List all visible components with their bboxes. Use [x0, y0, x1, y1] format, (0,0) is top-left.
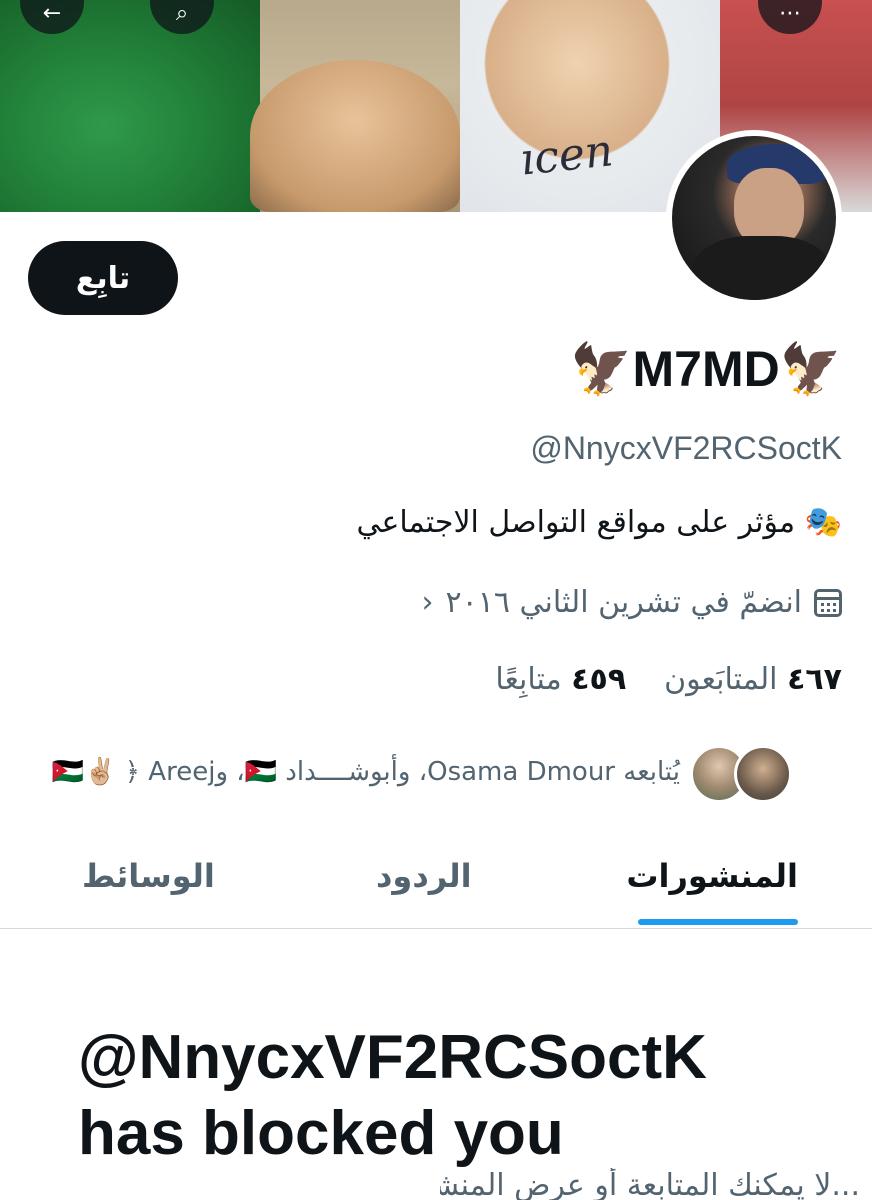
following-stat[interactable]: ٤٥٩ متابِعًا — [495, 662, 626, 697]
profile-bio: 🎭 مؤثر على مواقع التواصل الاجتماعي — [356, 505, 842, 540]
profile-stats: ٤٦٧ المتابَعون ٤٥٩ متابِعًا — [495, 662, 842, 697]
followers-label: المتابَعون — [664, 662, 778, 697]
following-count: ٤٥٩ — [571, 662, 627, 697]
back-arrow-icon: ← — [42, 1, 62, 26]
banner-image-region — [0, 0, 260, 212]
blocked-message: has blocked you — [78, 1099, 564, 1168]
blocked-notice: @NnycxVF2RCSoctK has blocked you — [78, 1020, 707, 1172]
follow-button[interactable]: تابِع — [28, 241, 178, 315]
follower-avatars — [690, 745, 792, 803]
blocked-handle: @NnycxVF2RCSoctK — [78, 1023, 707, 1092]
avatar-body-shape — [692, 236, 832, 300]
profile-tabs: المنشورات الردود الوسائط — [0, 835, 872, 929]
avatar — [734, 745, 792, 803]
blocked-subtext: ...لا يمكنك المتابعة أو عرض المنشورات — [440, 1168, 860, 1200]
tab-media[interactable]: الوسائط — [82, 857, 215, 895]
profile-avatar[interactable] — [666, 130, 842, 306]
calendar-icon — [814, 588, 842, 617]
search-icon: ⌕ — [175, 1, 189, 26]
active-tab-indicator — [638, 919, 798, 925]
avatar-image — [672, 136, 836, 300]
join-date-text: انضمّ في تشرين الثاني ٢٠١٦ — [445, 585, 802, 620]
banner-shirt-graphic: ıcen — [517, 125, 616, 186]
tab-replies[interactable]: الردود — [376, 857, 472, 895]
banner-image-region — [250, 60, 460, 212]
user-handle: @NnycxVF2RCSoctK — [530, 430, 842, 466]
display-name: 🦅M7MD🦅 — [570, 341, 842, 397]
followers-count: ٤٦٧ — [787, 662, 842, 697]
chevron-left-icon: ‹ — [421, 585, 434, 620]
followed-by-text: يُتابعه Osama Dmour، وأبوشــــداد 🇯🇴، و🇯… — [51, 757, 680, 787]
followers-stat[interactable]: ٤٦٧ المتابَعون — [664, 662, 842, 697]
more-icon: ⋯ — [779, 1, 801, 26]
tab-posts[interactable]: المنشورات — [626, 857, 798, 895]
join-date[interactable]: انضمّ في تشرين الثاني ٢٠١٦ ‹ — [422, 585, 842, 620]
following-label: متابِعًا — [495, 662, 562, 697]
